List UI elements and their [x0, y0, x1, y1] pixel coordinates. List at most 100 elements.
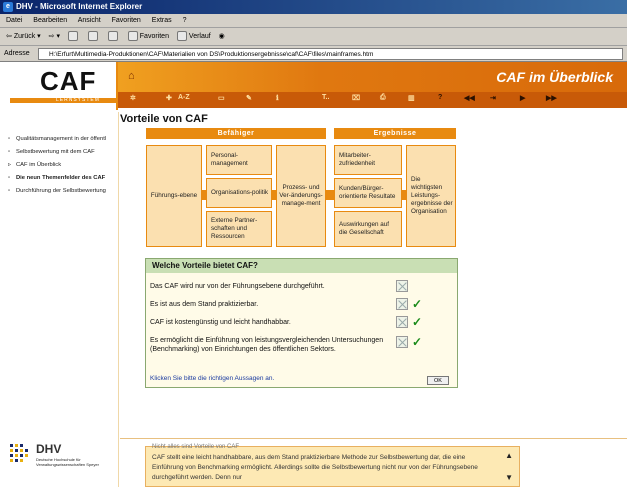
box-fuehrungsebene[interactable]: Führungs-ebene: [146, 145, 202, 247]
bookmark-icon[interactable]: ⌧: [352, 94, 360, 102]
sidebar-item-label: Durchführung der Selbstbewertung: [16, 188, 106, 194]
feedback-heading: Nicht alles sind Vorteile von CAF: [152, 444, 240, 450]
refresh-button[interactable]: [87, 28, 100, 46]
window-titlebar: e DHV - Microsoft Internet Explorer: [0, 0, 627, 14]
box-organisationspolitik[interactable]: Organisations-politik: [206, 178, 272, 208]
box-partnerschaften[interactable]: Externe Partner-schaften und Ressourcen: [206, 211, 272, 247]
address-bar: Adresse H:\Erfurt\Multimedia-Produktione…: [0, 46, 627, 62]
menu-favoriten[interactable]: Favoriten: [112, 17, 141, 24]
history-label: Verlauf: [188, 33, 211, 40]
edit-icon[interactable]: ✎: [246, 94, 252, 102]
glossary-icon[interactable]: T..: [322, 94, 329, 101]
quiz-checkbox-3[interactable]: [396, 316, 408, 328]
menu-ansicht[interactable]: Ansicht: [78, 17, 101, 24]
add-icon[interactable]: ✚: [166, 94, 172, 102]
scroll-down-icon[interactable]: ▼: [505, 473, 513, 482]
quiz-statement-4: Es ermöglicht die Einführung von leistun…: [150, 337, 384, 353]
menu-datei[interactable]: Datei: [6, 17, 22, 24]
sidebar-item-qualitaetsmanagement[interactable]: ▫ Qualitätsmanagement in der öffentl: [0, 136, 118, 143]
box-mitarbeiterzufriedenheit[interactable]: Mitarbeiter-zufriedenheit: [334, 145, 402, 175]
quiz-statement-3: CAF ist kostengünstig und leicht handhab…: [150, 319, 291, 326]
print-icon[interactable]: ⎙: [380, 94, 386, 102]
band-ergebnisse: Ergebnisse: [334, 128, 456, 139]
connector: [326, 190, 334, 200]
caf-model-diagram: Befähiger Ergebnisse Führungs-ebene Pers…: [142, 128, 462, 254]
refresh-icon: [87, 31, 98, 42]
return-icon[interactable]: ⇥: [490, 94, 496, 102]
feedback-text: CAF stellt eine leicht handhabbare, aus …: [152, 454, 478, 481]
house-icon[interactable]: ⌂: [128, 70, 135, 82]
home-icon: [107, 31, 118, 42]
address-input[interactable]: H:\Erfurt\Multimedia-Produktionen\CAF\Ma…: [38, 48, 623, 60]
checkmark-icon: ✓: [412, 315, 423, 329]
menu-bar: Datei Bearbeiten Ansicht Favoriten Extra…: [0, 14, 627, 28]
box-personalmanagement[interactable]: Personal-management: [206, 145, 272, 175]
info-icon[interactable]: ℹ: [276, 94, 279, 102]
az-index-button[interactable]: A-Z: [178, 94, 190, 101]
search-icon[interactable]: ✲: [130, 94, 136, 102]
help-button[interactable]: ?: [438, 94, 442, 101]
quiz-statement-1: Das CAF wird nur von der Führungsebene d…: [150, 283, 325, 290]
sidebar-item-selbstbewertung[interactable]: ▫ Selbstbewertung mit dem CAF: [0, 149, 118, 156]
ie-logo-icon: e: [3, 2, 13, 12]
sidebar-arrow-icon: ▹: [8, 162, 12, 168]
page-title: Vorteile von CAF: [120, 113, 208, 125]
menu-help[interactable]: ?: [183, 17, 187, 24]
sidebar-item-label: Qualitätsmanagement in der öffentl: [16, 136, 107, 142]
sidebar: ▫ Qualitätsmanagement in der öffentl ▫ Sel…: [0, 112, 118, 442]
sidebar-item-themenfelder[interactable]: ▫ Die neun Themenfelder des CAF: [0, 175, 118, 182]
menu-extras[interactable]: Extras: [152, 17, 172, 24]
notebook-icon[interactable]: ▭: [218, 94, 225, 102]
last-page-icon[interactable]: ▶▶: [546, 94, 557, 102]
sidebar-item-label: Selbstbewertung mit dem CAF: [16, 149, 95, 155]
page-header: CAF LERNSYSTEM ⌂ CAF im Überblick ✲ ✚ A-…: [0, 62, 627, 110]
dhv-logo: DHV Deutsche Hochschule für Verwaltungsw…: [10, 440, 120, 484]
box-leistungsergebnisse[interactable]: Die wichtigsten Leistungs-ergebnisse der…: [406, 145, 456, 247]
sidebar-item-ueberblick[interactable]: ▹ CAF im Überblick: [0, 162, 118, 169]
dhv-subtitle: Deutsche Hochschule für Verwaltungswisse…: [36, 457, 99, 467]
sidebar-bullet-icon: ▫: [8, 188, 11, 194]
box-gesellschaft[interactable]: Auswirkungen auf die Gesellschaft: [334, 211, 402, 247]
logo-subtitle: LERNSYSTEM: [56, 97, 100, 103]
window-title: DHV - Microsoft Internet Explorer: [16, 2, 143, 11]
back-button[interactable]: ⇦ Zurück ▾: [6, 28, 41, 46]
history-button[interactable]: Verlauf: [176, 28, 211, 46]
media-button[interactable]: ◉: [219, 28, 225, 46]
quiz-checkbox-1[interactable]: [396, 280, 408, 292]
box-kundenresultate[interactable]: Kunden/Bürger-orientierte Resultate: [334, 178, 402, 208]
header-title: CAF im Überblick: [496, 69, 613, 85]
logo-text: CAF: [40, 66, 97, 96]
sidebar-item-label: Die neun Themenfelder des CAF: [16, 175, 106, 181]
feedback-panel: Nicht alles sind Vorteile von CAF CAF st…: [145, 444, 520, 487]
dhv-name: DHV: [36, 442, 62, 456]
sidebar-divider: [118, 112, 119, 487]
quiz-title: Welche Vorteile bietet CAF?: [146, 259, 457, 273]
checkmark-icon: ✓: [412, 297, 423, 311]
forward-button[interactable]: ⇨ ▾: [49, 28, 60, 46]
first-page-icon[interactable]: ◀◀: [464, 94, 475, 102]
checkmark-icon: ✓: [412, 335, 423, 349]
dhv-dots-icon: [10, 444, 32, 468]
quiz-checkbox-2[interactable]: [396, 298, 408, 310]
next-icon[interactable]: ▶: [520, 94, 525, 102]
back-label: Zurück: [13, 33, 36, 40]
favorites-button[interactable]: Favoriten: [127, 28, 169, 46]
trash-icon[interactable]: ▥: [408, 94, 415, 102]
stop-button[interactable]: [67, 28, 80, 46]
ok-button[interactable]: OK: [427, 376, 449, 385]
header-banner: ⌂ CAF im Überblick: [118, 62, 627, 92]
content-divider: [120, 438, 627, 439]
band-befaehiger: Befähiger: [146, 128, 326, 139]
header-navbar: ✲ ✚ A-Z ▭ ✎ ℹ T.. ⌧ ⎙ ▥ ? ◀◀ ⇥ ▶ ▶▶: [118, 92, 627, 108]
sidebar-bullet-icon: ▫: [8, 136, 11, 142]
sidebar-item-durchfuehrung[interactable]: ▫ Durchführung der Selbstbewertung: [0, 188, 118, 195]
quiz-statement-2: Es ist aus dem Stand praktizierbar.: [150, 301, 259, 308]
history-icon: [176, 31, 187, 42]
home-button[interactable]: [107, 28, 120, 46]
sidebar-item-label: CAF im Überblick: [16, 162, 62, 168]
quiz-checkbox-4[interactable]: [396, 336, 408, 348]
caf-logo: CAF LERNSYSTEM: [0, 62, 118, 110]
scroll-up-icon[interactable]: ▲: [505, 451, 513, 460]
menu-bearbeiten[interactable]: Bearbeiten: [33, 17, 67, 24]
box-prozessmanagement[interactable]: Prozess- und Ver-änderungs-manage-ment: [276, 145, 326, 247]
